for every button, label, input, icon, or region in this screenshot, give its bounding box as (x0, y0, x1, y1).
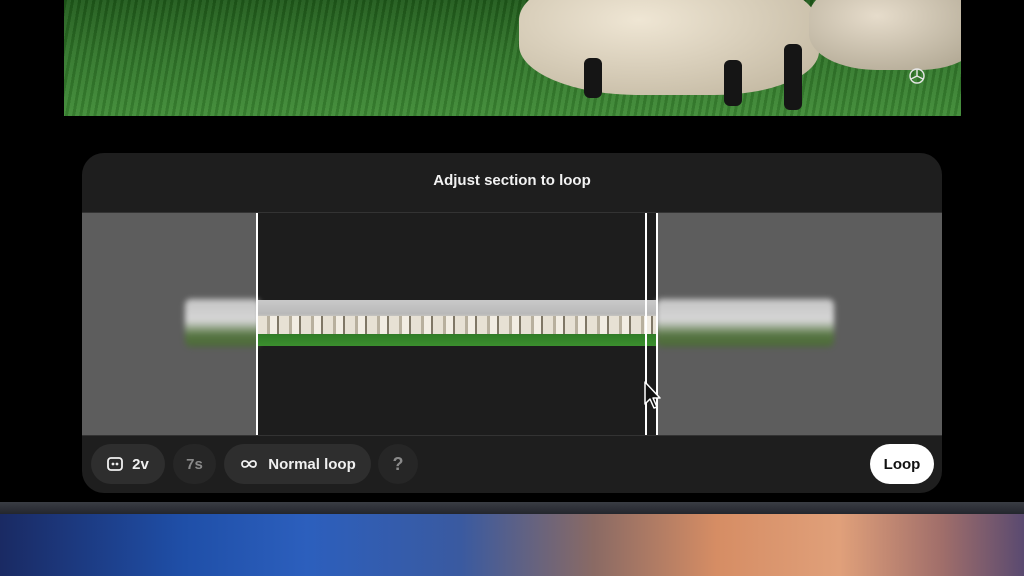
video-sheep (519, 0, 819, 95)
variants-button[interactable]: 2v (91, 444, 165, 484)
video-preview (64, 0, 961, 116)
loop-section-panel: Adjust section to loop 2v 7s Normal loop… (82, 153, 942, 493)
desktop-wallpaper (0, 514, 1024, 576)
loop-button[interactable]: Loop (870, 444, 934, 484)
mouse-cursor-icon (644, 381, 661, 409)
panel-title: Adjust section to loop (433, 172, 591, 189)
filmstrip-frames (257, 316, 656, 334)
help-label: ? (392, 453, 404, 474)
loop-toolbar: 2v 7s Normal loop ? Loop (82, 434, 942, 493)
duration-button[interactable]: 7s (173, 444, 216, 484)
video-sheep-leg (724, 60, 742, 106)
timeline-thumbnail-faded (656, 299, 834, 347)
video-sheep-leg (784, 44, 802, 110)
loop-timeline[interactable] (82, 212, 942, 436)
loop-button-label: Loop (883, 455, 921, 473)
openai-logo-icon (907, 66, 927, 86)
help-button[interactable]: ? (378, 444, 418, 484)
loop-mode-label: Normal loop (268, 455, 356, 473)
loop-mode-button[interactable]: Normal loop (224, 444, 371, 484)
variants-label: 2v (132, 455, 149, 473)
variants-icon (107, 457, 124, 471)
duration-label: 7s (186, 455, 203, 473)
timeline-filmstrip[interactable] (257, 300, 656, 346)
video-sheep (809, 0, 961, 70)
infinity-icon (239, 458, 259, 470)
timeline-thumbnail-faded (185, 299, 260, 347)
window-bottom-edge (0, 502, 1024, 514)
loop-start-handle[interactable] (256, 213, 258, 435)
video-sheep-leg (584, 58, 602, 98)
